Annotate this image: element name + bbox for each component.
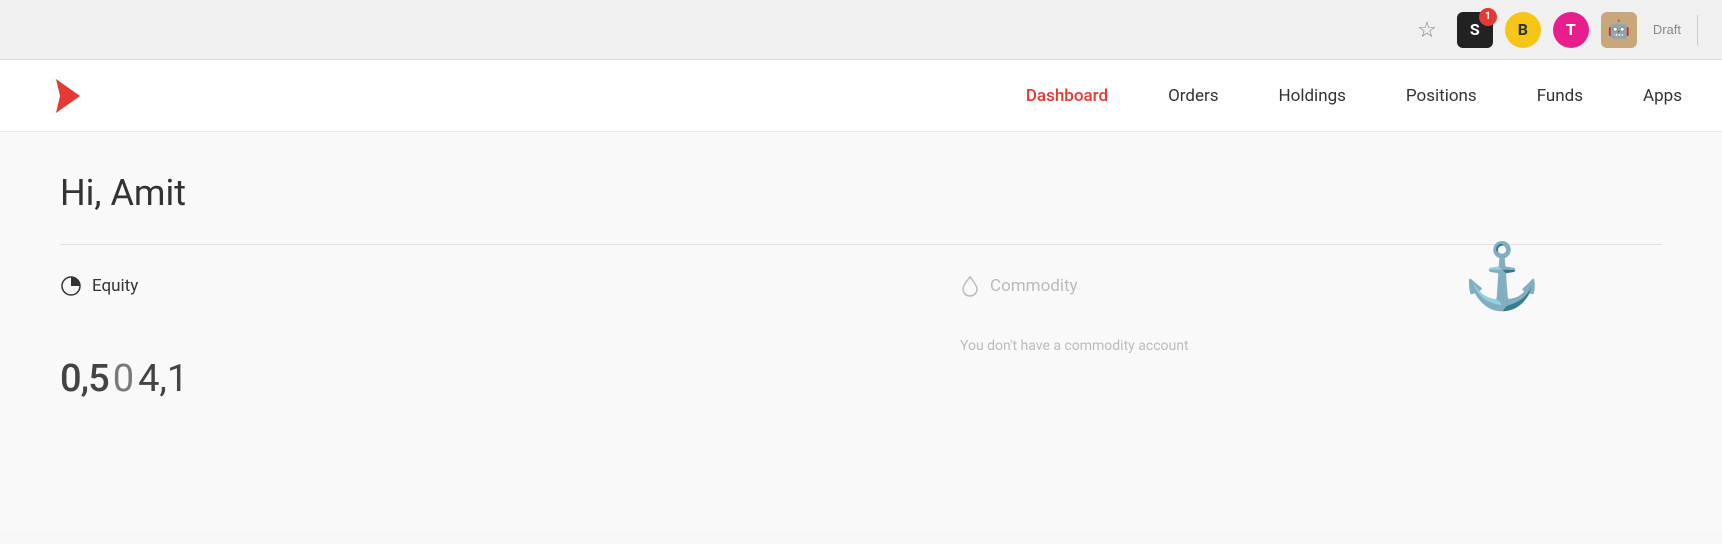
logo-svg (42, 73, 88, 119)
no-commodity-area: You don't have a commodity account (960, 335, 1189, 354)
logo-area[interactable] (40, 71, 90, 121)
nav-funds[interactable]: Funds (1537, 82, 1583, 110)
browser-bar: ☆ S 1 B T 🤖 Draft (0, 0, 1722, 60)
extension-pink-icon[interactable]: T (1553, 12, 1589, 48)
main-nav: Dashboard Orders Holdings Positions Fund… (0, 60, 1722, 132)
nav-positions[interactable]: Positions (1406, 82, 1477, 110)
commodity-label: Commodity (990, 276, 1078, 296)
commodity-label-row: Commodity (960, 275, 1078, 297)
extension-black-icon[interactable]: S 1 (1457, 12, 1493, 48)
nav-orders[interactable]: Orders (1168, 82, 1218, 110)
equity-number-part2: 4,1 (138, 357, 188, 401)
divider (60, 244, 1662, 245)
extension-yellow-label: B (1518, 20, 1528, 39)
separator (1697, 15, 1698, 45)
anchor-icon: ⚓ (1462, 245, 1542, 309)
nav-holdings[interactable]: Holdings (1279, 82, 1346, 110)
kite-logo[interactable] (40, 71, 90, 121)
equity-pie-icon (60, 275, 82, 297)
draft-button[interactable]: Draft (1653, 22, 1681, 37)
extension-tan-icon[interactable]: 🤖 (1601, 12, 1637, 48)
extension-black-label: S (1470, 20, 1480, 39)
no-commodity-text: You don't have a commodity account (960, 338, 1189, 354)
equity-number-partial: 0,5 (60, 357, 109, 401)
equity-label: Equity (92, 276, 138, 296)
main-content: Hi, Amit Equity Commodity (0, 132, 1722, 532)
equity-label-row: Equity (60, 275, 440, 297)
equity-section: Equity (60, 275, 440, 297)
notification-badge: 1 (1479, 8, 1497, 26)
nav-dashboard[interactable]: Dashboard (1026, 82, 1108, 110)
commodity-section: Commodity (960, 275, 1078, 297)
star-button[interactable]: ☆ (1417, 17, 1437, 43)
equity-numbers-row: 0,5 0 4,1 (60, 357, 1662, 401)
extension-yellow-icon[interactable]: B (1505, 12, 1541, 48)
commodity-drop-icon (960, 275, 980, 297)
anchor-area: ⚓ (1462, 245, 1542, 309)
nav-apps[interactable]: Apps (1643, 82, 1682, 110)
extension-pink-label: T (1566, 20, 1576, 39)
accounts-container: Equity Commodity ⚓ You don't have a comm… (60, 275, 1662, 297)
nav-links: Dashboard Orders Holdings Positions Fund… (1026, 82, 1682, 110)
greeting-text: Hi, Amit (60, 172, 1662, 214)
extension-tan-label: 🤖 (1608, 19, 1630, 40)
equity-number-cursor: 0 (113, 357, 134, 401)
